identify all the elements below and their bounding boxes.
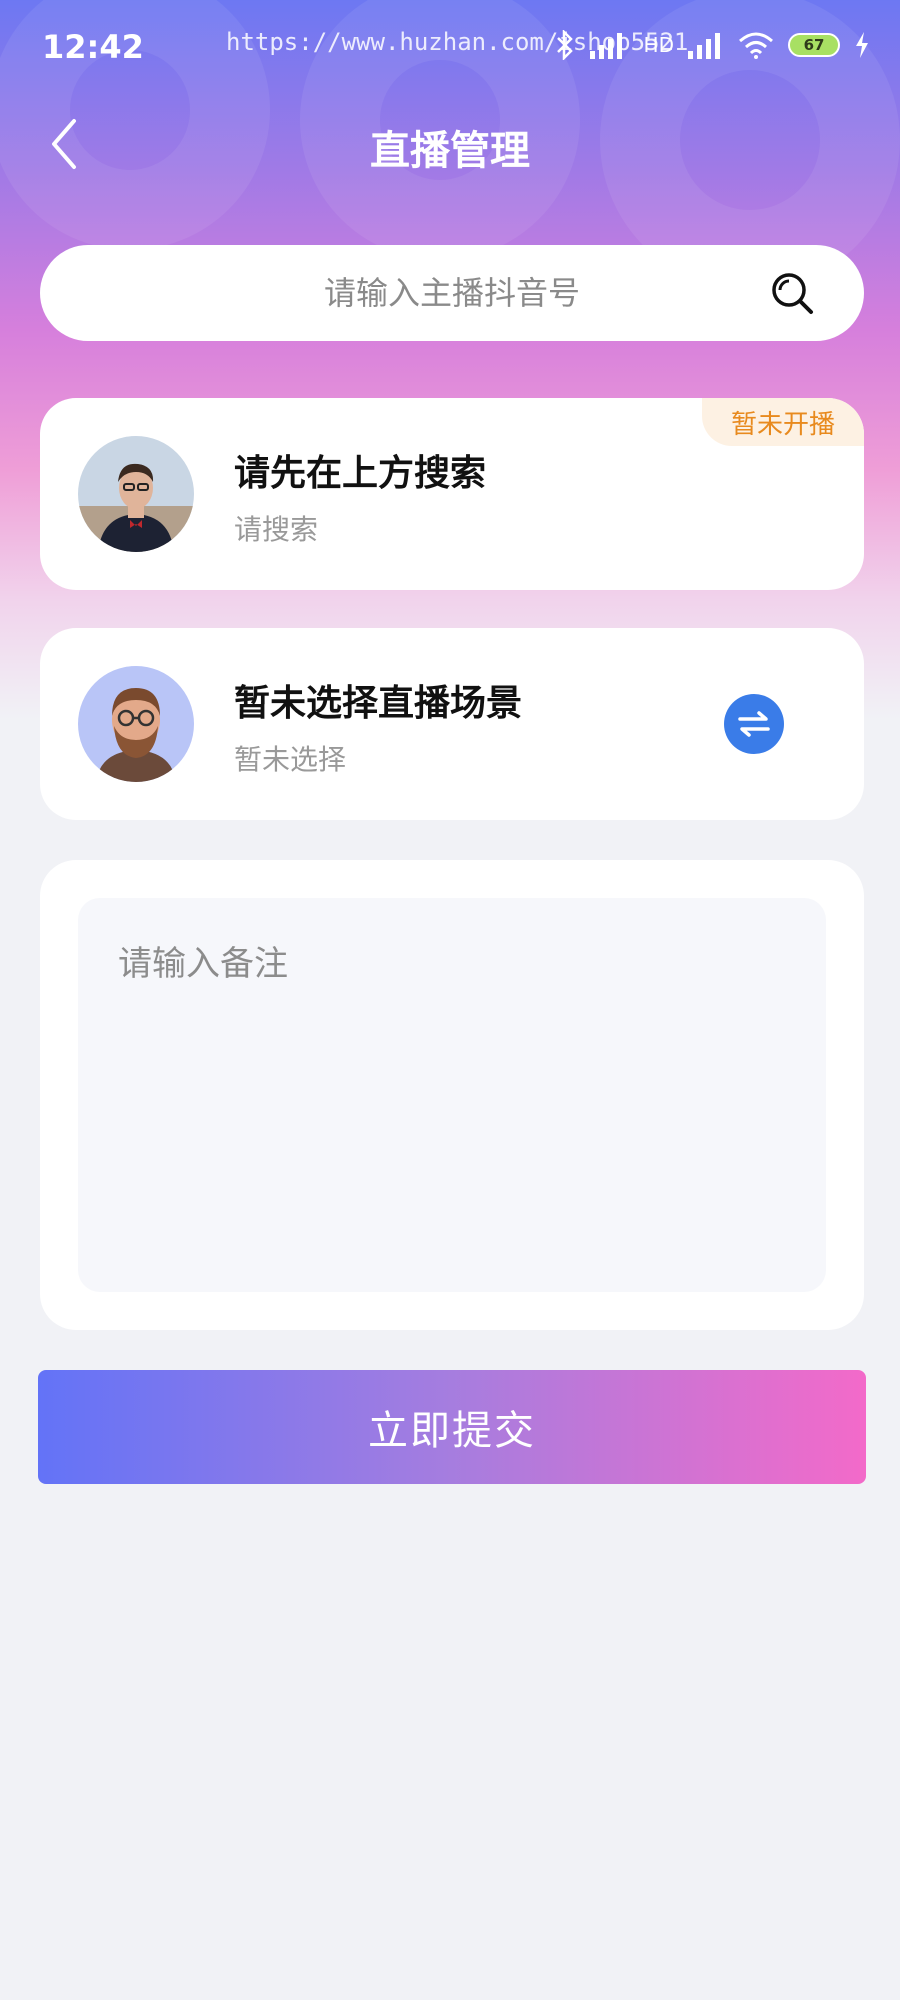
live-status-badge: 暂未开播 — [702, 398, 864, 446]
swap-icon — [738, 711, 770, 737]
switch-scene-button[interactable] — [724, 694, 784, 754]
charging-icon — [856, 32, 868, 58]
bluetooth-icon — [556, 30, 573, 60]
signal-icon — [589, 33, 622, 59]
battery-indicator: 67 — [788, 33, 840, 57]
status-icons: HD 67 — [554, 30, 870, 60]
anchor-subtitle: 请搜索 — [234, 513, 319, 546]
anchor-card[interactable]: 请先在上方搜索 请搜索 暂未开播 — [40, 398, 864, 590]
network-type-label: HD — [643, 33, 674, 57]
scene-subtitle: 暂未选择 — [234, 743, 347, 776]
wifi-icon — [739, 32, 773, 59]
remark-textarea[interactable] — [78, 898, 826, 1292]
remark-card — [40, 860, 864, 1330]
search-input[interactable] — [40, 245, 864, 341]
search-bar — [40, 245, 864, 341]
scene-title: 暂未选择直播场景 — [234, 683, 523, 724]
anchor-title: 请先在上方搜索 — [234, 453, 487, 494]
status-time: 12:42 — [42, 28, 144, 66]
signal-icon — [688, 33, 720, 59]
scene-avatar — [78, 666, 194, 782]
submit-button[interactable]: 立即提交 — [38, 1370, 866, 1484]
page-title: 直播管理 — [370, 128, 530, 174]
status-bar: 12:42 https://www.huzhan.com/ishop5521 H… — [0, 0, 900, 100]
scene-card[interactable]: 暂未选择直播场景 暂未选择 — [40, 628, 864, 820]
anchor-avatar — [78, 436, 194, 552]
navigation-bar: 直播管理 — [0, 100, 900, 190]
search-icon[interactable] — [770, 271, 814, 315]
